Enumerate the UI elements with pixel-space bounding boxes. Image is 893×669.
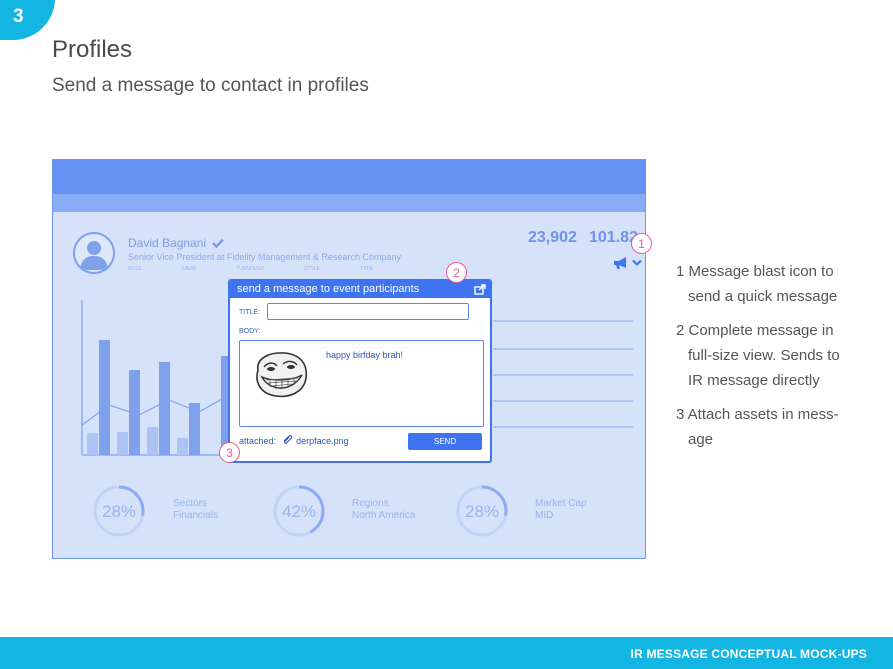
stat-label-market-cap: Market Cap MID (535, 498, 587, 522)
verified-check-icon (212, 238, 225, 249)
avatar (73, 232, 115, 274)
stat-percent-regions: 42% (281, 502, 317, 521)
annotation-notes: 1 Message blast icon to send a quick mes… (676, 259, 876, 461)
stat-label-line: North America (352, 510, 416, 521)
note-line: age (688, 431, 714, 448)
tab-role[interactable]: ROLE (128, 266, 142, 272)
tab-eaum[interactable]: EAUM (182, 266, 196, 272)
stat-label-line: Market Cap (535, 498, 587, 509)
profile-name-text: David Bagnani (128, 236, 207, 250)
body-textarea[interactable]: happy birfday brah! (239, 340, 484, 427)
note-line: IR message directly (688, 372, 820, 389)
send-button[interactable]: SEND (408, 433, 482, 450)
attached-label: attached: (239, 436, 277, 446)
expand-icon[interactable] (474, 284, 487, 295)
footer-title: IR MESSAGE CONCEPTUAL MOCK-UPS (630, 647, 867, 661)
note-line: 3 Attach assets in mess- (676, 406, 839, 423)
slide-number: 3 (13, 6, 24, 27)
stat-label-sectors: Sectors Financials (173, 498, 218, 522)
chevron-down-icon[interactable] (632, 259, 642, 267)
title-label: TITLE: (239, 309, 261, 316)
tab-turnover[interactable]: TURNOVER (236, 266, 264, 272)
stat-percent-sectors: 28% (101, 502, 137, 521)
stat-label-regions: Regions North America (352, 498, 415, 522)
stat-label-line: Regions (352, 498, 389, 509)
marker-2: 2 (446, 262, 467, 283)
stat-label-line: MID (535, 510, 554, 521)
paperclip-icon (283, 435, 292, 444)
tab-type[interactable]: TYPE (360, 266, 373, 272)
footer-bar: IR MESSAGE CONCEPTUAL MOCK-UPS (0, 637, 893, 669)
slide-number-badge (0, 0, 55, 40)
marker-1: 1 (631, 233, 652, 254)
mockup-sub-bar (53, 194, 645, 212)
note-2: 2 Complete message in full-size view. Se… (676, 318, 876, 393)
stat-label-line: Sectors (173, 498, 207, 509)
attachment-row: attached: derpface.png (239, 434, 349, 446)
profile-name: David Bagnani (128, 236, 225, 250)
stat-percent-market-cap: 28% (464, 502, 500, 521)
trollface-image (256, 352, 308, 398)
note-line: send a quick message (688, 288, 838, 305)
note-line: full-size view. Sends to (688, 347, 840, 364)
tab-style[interactable]: STYLE (304, 266, 320, 272)
message-text: happy birfday brah! (326, 350, 404, 360)
profile-job-title: Senior Vice President at Fidelity Manage… (128, 252, 401, 262)
title-input[interactable] (267, 303, 469, 320)
send-message-dialog: send a message to event participants TIT… (228, 279, 492, 463)
mockup-top-bar (53, 160, 645, 194)
stat-label-line: Financials (173, 510, 219, 521)
marker-3: 3 (219, 442, 240, 463)
page-subtitle: Send a message to contact in profiles (52, 75, 369, 96)
note-3: 3 Attach assets in mess- age (676, 402, 876, 452)
body-label: BODY: (239, 328, 261, 335)
stat-value-1: 23,902 (528, 229, 577, 246)
profile-tabs: ROLE EAUM TURNOVER STYLE TYPE (128, 266, 413, 272)
page-title: Profiles (52, 36, 133, 63)
note-line: 1 Message blast icon to (676, 263, 834, 280)
attached-file-link[interactable]: derpface.png (296, 436, 349, 446)
dialog-title: send a message to event participants (237, 283, 420, 295)
note-1: 1 Message blast icon to send a quick mes… (676, 259, 876, 309)
note-line: 2 Complete message in (676, 322, 834, 339)
